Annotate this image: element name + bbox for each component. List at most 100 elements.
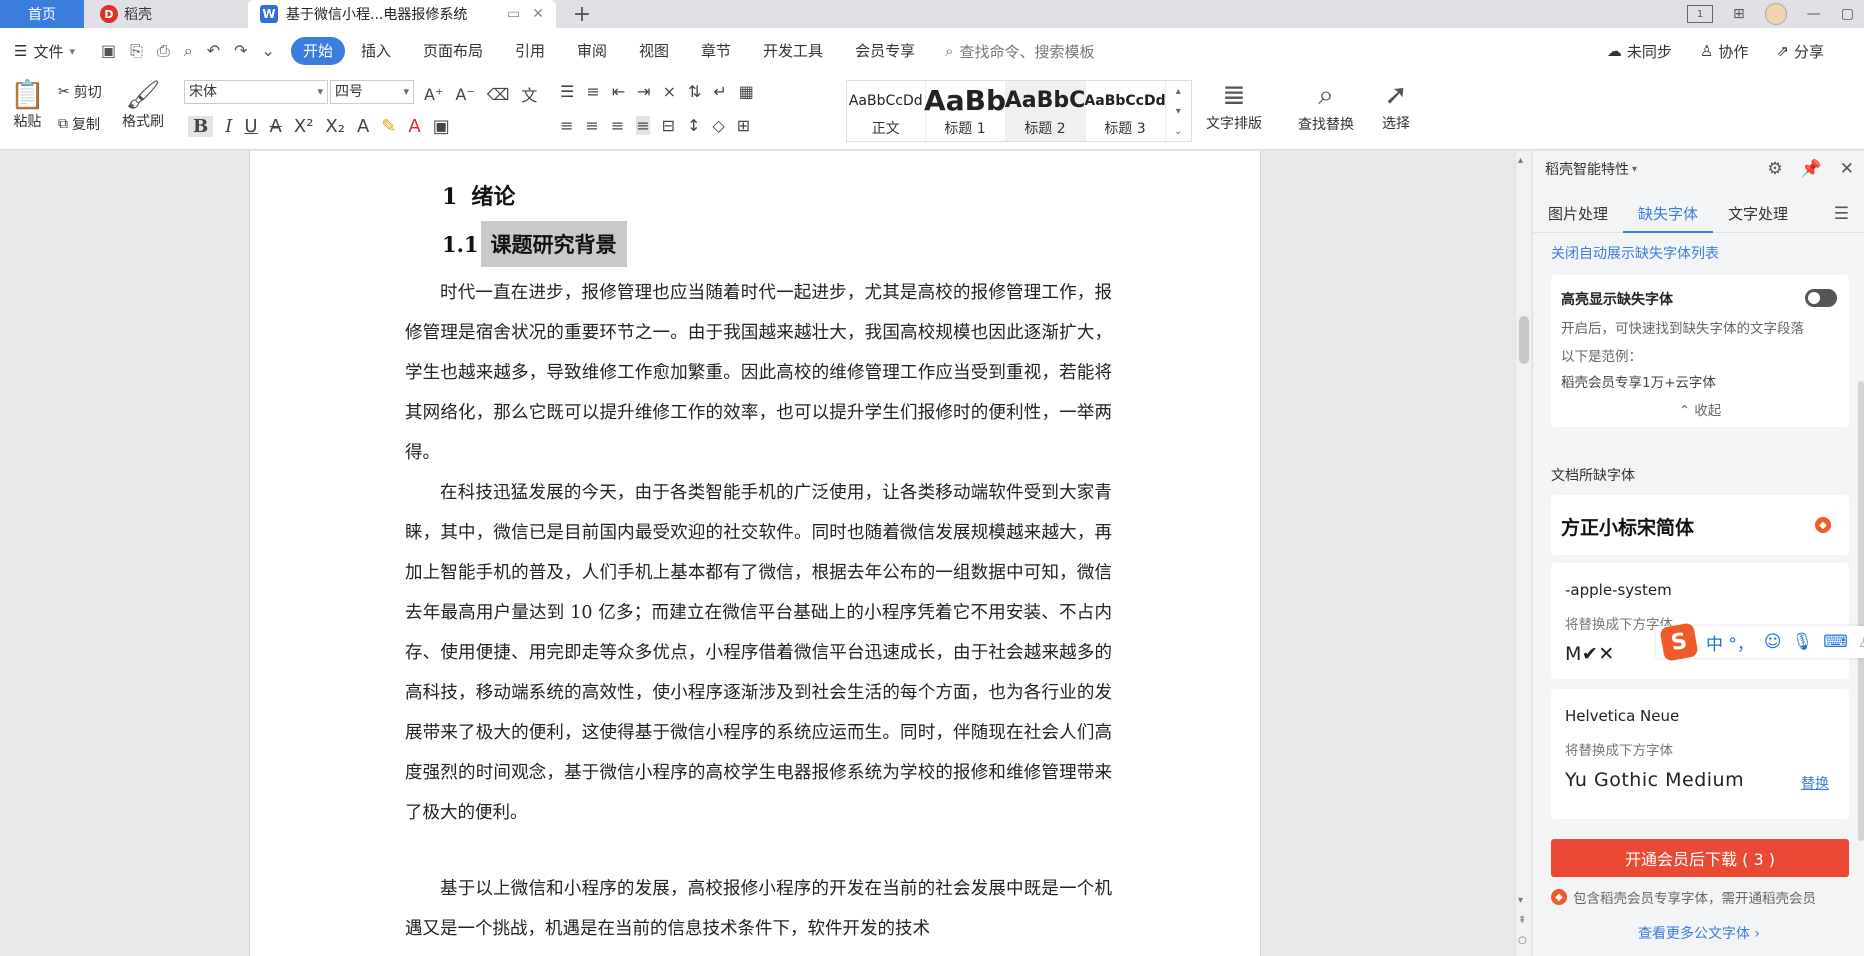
ime-toolbar[interactable]: S 中 °， ☺ 🎙 ⌨ ♙ [1656, 622, 1864, 662]
replace-button[interactable]: 替换 [1801, 773, 1829, 793]
quick-more-icon[interactable]: ⌄ [262, 41, 275, 61]
close-icon[interactable]: ✕ [1840, 159, 1854, 179]
tab-home[interactable]: 首页 [0, 0, 84, 28]
vip-download-button[interactable]: 开通会员后下载 ( 3 ) [1551, 839, 1849, 877]
export-pdf-icon[interactable]: ⎘ [130, 41, 143, 61]
prev-page-icon[interactable]: ⇞ [1518, 915, 1526, 926]
decrease-indent-icon[interactable]: ⇤ [612, 82, 625, 101]
tab-daoke[interactable]: D 稻壳 [86, 0, 244, 28]
heading-2-text-selected[interactable]: 课题研究背景 [480, 221, 627, 267]
tab-image-processing[interactable]: 图片处理 [1533, 195, 1623, 233]
user-icon[interactable]: ♙ [1858, 632, 1864, 652]
table-grid-icon[interactable]: ▦ [739, 82, 754, 101]
sync-button[interactable]: ☁ 未同步 [1607, 41, 1672, 62]
tab-close-icon[interactable]: ✕ [532, 6, 544, 22]
find-replace-button[interactable]: ⌕ 查找替换 [1298, 78, 1354, 134]
close-auto-show-link[interactable]: 关闭自动展示缺失字体列表 [1551, 243, 1719, 263]
more-fonts-link[interactable]: 查看更多公文字体 › [1533, 923, 1864, 943]
align-right-icon[interactable]: ≡ [611, 116, 624, 135]
sort-icon[interactable]: ⇅ [688, 82, 701, 101]
select-button[interactable]: ➚ 选择 [1382, 78, 1410, 133]
undo-icon[interactable]: ↶ [207, 41, 220, 61]
text-effect-icon[interactable]: A [357, 116, 369, 137]
paragraph[interactable]: 在科技迅猛发展的今天，由于各类智能手机的广泛使用，让各类移动端软件受到大家青睐，… [405, 473, 1112, 833]
grow-font-icon[interactable]: A⁺ [424, 85, 443, 104]
tab-page-layout[interactable]: 页面布局 [407, 37, 499, 65]
command-search[interactable]: ⌕ 查找命令、搜索模板 [945, 41, 1094, 62]
cut-button[interactable]: ✂ 剪切 [58, 82, 102, 102]
menu-icon[interactable]: ☰ [1834, 204, 1849, 224]
share-button[interactable]: ⇗ 分享 [1776, 41, 1824, 62]
ime-mode-label[interactable]: 中 °， [1706, 630, 1754, 655]
style-heading-3[interactable]: AaBbCcDd 标题 3 [1084, 81, 1166, 141]
keyboard-icon[interactable]: ⌨ [1823, 632, 1848, 652]
style-heading-2[interactable]: AaBbC 标题 2 [1005, 81, 1086, 141]
paragraph[interactable]: 时代一直在进步，报修管理也应当随着时代一起进步，尤其是高校的报修管理工作，报修管… [405, 273, 1112, 473]
chinese-layout-icon[interactable]: ⨯ [663, 82, 676, 101]
styles-up-icon[interactable]: ▴ [1176, 86, 1181, 97]
tab-developer[interactable]: 开发工具 [747, 37, 839, 65]
styles-down-icon[interactable]: ▾ [1176, 106, 1181, 117]
next-page-icon[interactable]: ○ [1518, 935, 1527, 946]
styles-more-icon[interactable]: ⌄ [1174, 126, 1182, 137]
pin-icon[interactable]: 📌 [1801, 159, 1822, 179]
increase-indent-icon[interactable]: ⇥ [637, 82, 650, 101]
document-page[interactable]: 1 绪论 1.1 课题研究背景 时代一直在进步，报修管理也应当随着时代一起进步，尤其… [249, 151, 1261, 956]
tab-member[interactable]: 会员专享 [839, 37, 931, 65]
bold-icon[interactable]: B [188, 116, 214, 137]
distribute-icon[interactable]: ⊟ [662, 116, 675, 135]
highlight-icon[interactable]: ✎ [381, 116, 396, 137]
emoji-icon[interactable]: ☺ [1764, 632, 1782, 652]
apps-grid-icon[interactable]: ⊞ [1733, 6, 1745, 22]
line-spacing-icon[interactable]: ↕ [687, 116, 700, 135]
scroll-thumb[interactable] [1519, 316, 1529, 364]
panel-scrollbar[interactable] [1858, 381, 1864, 841]
tab-text-processing[interactable]: 文字处理 [1713, 195, 1803, 233]
tab-window-icon[interactable]: ▭ [507, 6, 520, 22]
panel-title[interactable]: 稻壳智能特性 [1545, 159, 1629, 179]
tab-insert[interactable]: 插入 [345, 37, 407, 65]
window-layout-icon[interactable]: 1 [1687, 5, 1714, 23]
superscript-icon[interactable]: X² [294, 116, 314, 137]
style-normal[interactable]: AaBbCcDd 正文 [847, 81, 926, 141]
bullets-icon[interactable]: ☰ [560, 82, 574, 101]
copy-button[interactable]: ⧉ 复制 [58, 114, 100, 134]
file-menu-button[interactable]: ☰ 文件 ▾ [14, 41, 75, 62]
document-scrollbar[interactable]: ▴ ▾ ⇞ ○ [1515, 151, 1531, 956]
highlight-toggle[interactable] [1805, 289, 1837, 307]
maximize-icon[interactable]: ▢ [1841, 6, 1854, 22]
missing-font-item[interactable]: 方正小标宋简体 ◆ [1551, 495, 1849, 555]
strikethrough-icon[interactable]: A [270, 116, 282, 137]
missing-font-item[interactable]: -apple-system 将替换成下方字体 M✔✕ [1551, 563, 1849, 679]
shrink-font-icon[interactable]: A⁻ [455, 85, 474, 104]
microphone-icon[interactable]: 🎙 [1792, 632, 1814, 652]
gear-icon[interactable]: ⚙ [1767, 159, 1782, 179]
clear-format-icon[interactable]: ⌫ [487, 85, 510, 104]
align-center-icon[interactable]: ≡ [585, 116, 598, 135]
underline-icon[interactable]: U [244, 116, 257, 137]
numbering-icon[interactable]: ≡ [586, 82, 599, 101]
font-name-select[interactable]: 宋体 [184, 80, 328, 104]
collapse-button[interactable]: ⌃ 收起 [1551, 399, 1849, 419]
justify-icon[interactable]: ≡ [636, 116, 650, 135]
avatar[interactable] [1764, 3, 1787, 25]
scroll-down-icon[interactable]: ▾ [1518, 895, 1523, 906]
format-painter-button[interactable]: 🖌 格式刷 [122, 78, 164, 131]
scroll-up-icon[interactable]: ▴ [1518, 155, 1523, 166]
save-icon[interactable]: ▣ [101, 41, 116, 61]
pinyin-icon[interactable]: 文 [521, 82, 537, 106]
show-marks-icon[interactable]: ↵ [713, 82, 726, 101]
redo-icon[interactable]: ↷ [234, 41, 247, 61]
italic-icon[interactable]: I [225, 116, 232, 137]
print-preview-icon[interactable]: ⌕ [184, 41, 193, 61]
subscript-icon[interactable]: X₂ [325, 116, 345, 137]
tab-references[interactable]: 引用 [499, 37, 561, 65]
new-tab-button[interactable]: + [568, 0, 596, 28]
border-icon[interactable]: ⊞ [737, 116, 750, 135]
align-left-icon[interactable]: ≡ [560, 116, 573, 135]
style-heading-1[interactable]: AaBb 标题 1 [924, 81, 1006, 141]
missing-font-item[interactable]: Helvetica Neue 将替换成下方字体 Yu Gothic Medium… [1551, 689, 1849, 819]
collab-button[interactable]: ♙ 协作 [1700, 41, 1748, 62]
tab-home-ribbon[interactable]: 开始 [290, 37, 345, 65]
shading-icon[interactable]: ◇ [712, 116, 724, 135]
